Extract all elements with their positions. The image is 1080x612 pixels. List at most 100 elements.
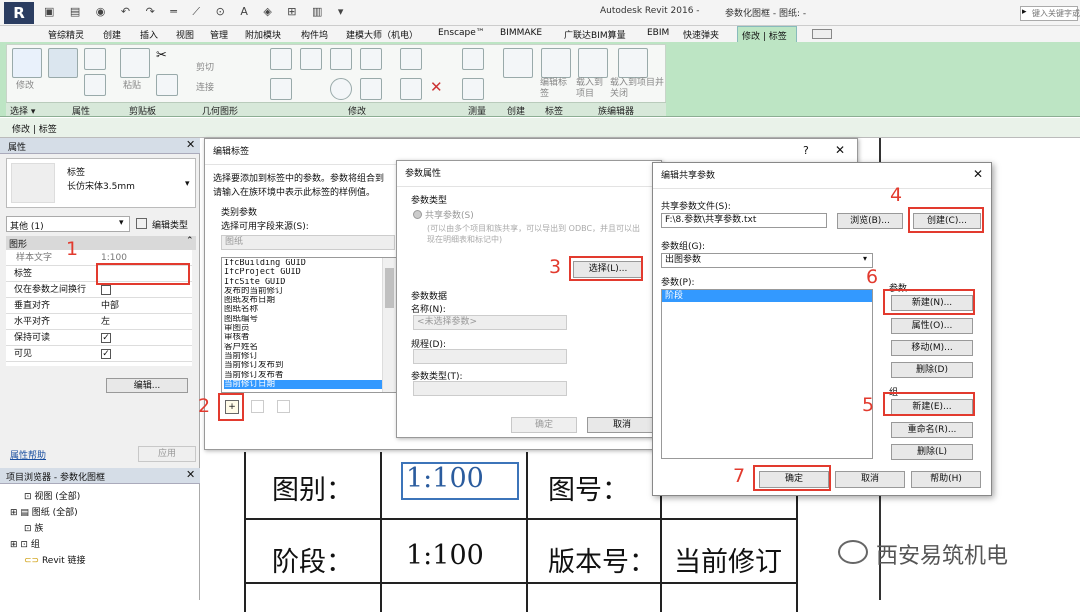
align-icon[interactable] — [270, 48, 292, 70]
tab-ebim[interactable]: EBIM — [647, 28, 669, 38]
param-list-item[interactable]: 图纸编号 — [224, 315, 382, 324]
param-group-select[interactable]: 出图参数 — [661, 253, 873, 268]
tab-enscape[interactable]: Enscape™ — [438, 28, 485, 38]
param-props-cancel-button[interactable]: 取消 — [587, 417, 657, 433]
param-list-item[interactable]: 当前修订发布到 — [224, 361, 382, 370]
paste-icon[interactable] — [120, 48, 150, 78]
param-list-item[interactable]: 当前修订日期 — [224, 379, 382, 390]
dimension-icon[interactable] — [462, 78, 484, 100]
edit-label-icon[interactable] — [541, 48, 571, 78]
param-list-item[interactable]: IfcProject GUID — [224, 268, 382, 277]
browse-button[interactable]: 浏览(B)... — [837, 213, 903, 229]
tab-addins[interactable]: 附加模块 — [245, 28, 281, 41]
prop-value-valign[interactable]: 中部 — [101, 298, 119, 314]
param-list-item[interactable]: 图纸名称 — [224, 305, 382, 314]
tab-component[interactable]: 构件坞 — [301, 28, 328, 41]
measure-icon[interactable] — [462, 48, 484, 70]
split-icon[interactable] — [400, 48, 422, 70]
browser-close-icon[interactable]: ✕ — [186, 468, 195, 481]
browser-item-families[interactable]: ⊡ 族 — [24, 521, 43, 534]
load-into-project-icon[interactable] — [578, 48, 608, 78]
load-and-close-icon[interactable] — [618, 48, 648, 78]
delete-icon[interactable]: ✕ — [430, 78, 452, 100]
prop-value-halign[interactable]: 左 — [101, 314, 110, 330]
type-properties-icon[interactable] — [84, 48, 106, 70]
properties-panel-icon[interactable] — [48, 48, 78, 78]
mirror2-icon[interactable] — [360, 48, 382, 70]
edit-label-close-icon[interactable]: ✕ — [835, 143, 845, 157]
params-listbox[interactable]: IfcBuilding GUID IfcProject GUID IfcSite G… — [221, 257, 397, 393]
type-selector[interactable]: 标签 长仿宋体3.5mm ▾ — [6, 158, 196, 208]
tab-modify-label-active[interactable]: 修改 | 标签 — [737, 26, 797, 43]
param-properties-button[interactable]: 属性(O)... — [891, 318, 973, 334]
array-icon[interactable] — [400, 78, 422, 100]
browser-item-sheets[interactable]: ⊞ ▤ 图纸 (全部) — [10, 505, 78, 518]
keep-readable-checkbox[interactable]: ✓ — [101, 333, 111, 343]
rotate-icon[interactable] — [330, 78, 352, 100]
param-list-item[interactable]: 审核者 — [224, 333, 382, 342]
param-list-item[interactable]: IfcSite GUID — [224, 278, 382, 287]
tab-bimmake[interactable]: BIMMAKE — [500, 28, 542, 38]
shared-params-listbox[interactable]: 阶段 — [661, 289, 873, 459]
type-dropdown-icon[interactable]: ▾ — [185, 179, 190, 189]
search-input[interactable]: 键入关键字或短语 — [1032, 8, 1080, 19]
tab-view[interactable]: 视图 — [176, 28, 194, 41]
trim-icon[interactable] — [360, 78, 382, 100]
source-select[interactable]: 图纸 — [221, 235, 395, 250]
param-list-item[interactable]: 当前修订发布者 — [224, 371, 382, 380]
browser-item-links[interactable]: ⊂⊃ Revit 链接 — [24, 553, 86, 566]
family-types-icon[interactable] — [84, 74, 106, 96]
group-header-graphics[interactable]: 图形 ⌃ — [6, 236, 196, 250]
shared-params-close-icon[interactable]: ✕ — [973, 167, 983, 181]
params-scrollbar[interactable] — [382, 258, 396, 392]
apply-button[interactable]: 应用 — [138, 446, 196, 462]
tab-manage[interactable]: 管理 — [210, 28, 228, 41]
param-list-item[interactable]: 图纸发布日期 — [224, 296, 382, 305]
delete-group-button[interactable]: 删除(L) — [891, 444, 973, 460]
revit-app-button[interactable]: R — [4, 2, 34, 24]
offset-icon[interactable] — [300, 48, 322, 70]
rename-group-button[interactable]: 重命名(R)... — [891, 422, 973, 438]
browser-item-views[interactable]: ⊡ 视图 (全部) — [24, 489, 80, 502]
create-group-icon[interactable] — [503, 48, 533, 78]
shared-param-item-phase[interactable]: 阶段 — [662, 290, 872, 302]
param-list-item[interactable]: 发布的当前修订 — [224, 287, 382, 296]
modify-tool-icon[interactable] — [12, 48, 42, 78]
param-list-item[interactable]: 审图员 — [224, 324, 382, 333]
join-geometry-label[interactable]: 连接 — [196, 80, 214, 93]
panel-select[interactable]: 选择 ▾ — [10, 104, 35, 117]
tab-quick-clip[interactable]: 快速弹夹 — [683, 28, 719, 41]
search-box[interactable]: 键入关键字或短语 ▸ — [1020, 6, 1080, 21]
tab-guanzong[interactable]: 管综精灵 — [48, 28, 84, 41]
delete-param-button[interactable]: 删除(D) — [891, 362, 973, 378]
properties-help-link[interactable]: 属性帮助 — [10, 448, 46, 461]
cut-geometry-label[interactable]: 剪切 — [196, 60, 214, 73]
shared-cancel-button[interactable]: 取消 — [835, 471, 905, 488]
tab-glodon[interactable]: 广联达BIM算量 — [564, 28, 626, 41]
cut-icon[interactable]: ✂ — [156, 48, 178, 70]
edit-label-help-icon[interactable]: ? — [803, 144, 809, 157]
move-icon[interactable] — [270, 78, 292, 100]
param-props-ok-button[interactable]: 确定 — [511, 417, 577, 433]
browser-item-groups[interactable]: ⊞ ⊡ 组 — [10, 537, 40, 550]
tab-insert[interactable]: 插入 — [140, 28, 158, 41]
instance-filter[interactable]: 其他 (1) ▾ — [6, 216, 130, 232]
shared-help-button[interactable]: 帮助(H) — [911, 471, 981, 488]
wrap-checkbox[interactable] — [101, 285, 111, 295]
copy-icon[interactable] — [156, 74, 178, 96]
shared-param-radio[interactable] — [413, 210, 422, 219]
properties-close-icon[interactable]: ✕ — [186, 138, 195, 151]
discipline-select[interactable] — [413, 349, 567, 364]
param-type-select[interactable] — [413, 381, 567, 396]
ribbon-options-icon[interactable] — [812, 29, 832, 39]
quick-access-toolbar[interactable]: ▣ ▤ ◉ ↶ ↷ ═ ⟋ ⊙ A ◈ ⊞ ▥ ▾ — [44, 5, 399, 21]
tab-modeling-master[interactable]: 建模大师（机电） — [346, 28, 418, 41]
scroll-thumb[interactable] — [385, 268, 394, 308]
param-list-item[interactable]: 客户姓名 — [224, 343, 382, 352]
move-param-button[interactable]: 移动(M)... — [891, 340, 973, 356]
param-list-item[interactable]: 当前修订 — [224, 352, 382, 361]
param-name-field[interactable]: <未选择参数> — [413, 315, 567, 330]
mirror-icon[interactable] — [330, 48, 352, 70]
label-edit-button[interactable]: 编辑... — [106, 378, 188, 393]
shared-file-path[interactable]: F:\8.参数\共享参数.txt — [661, 213, 827, 228]
